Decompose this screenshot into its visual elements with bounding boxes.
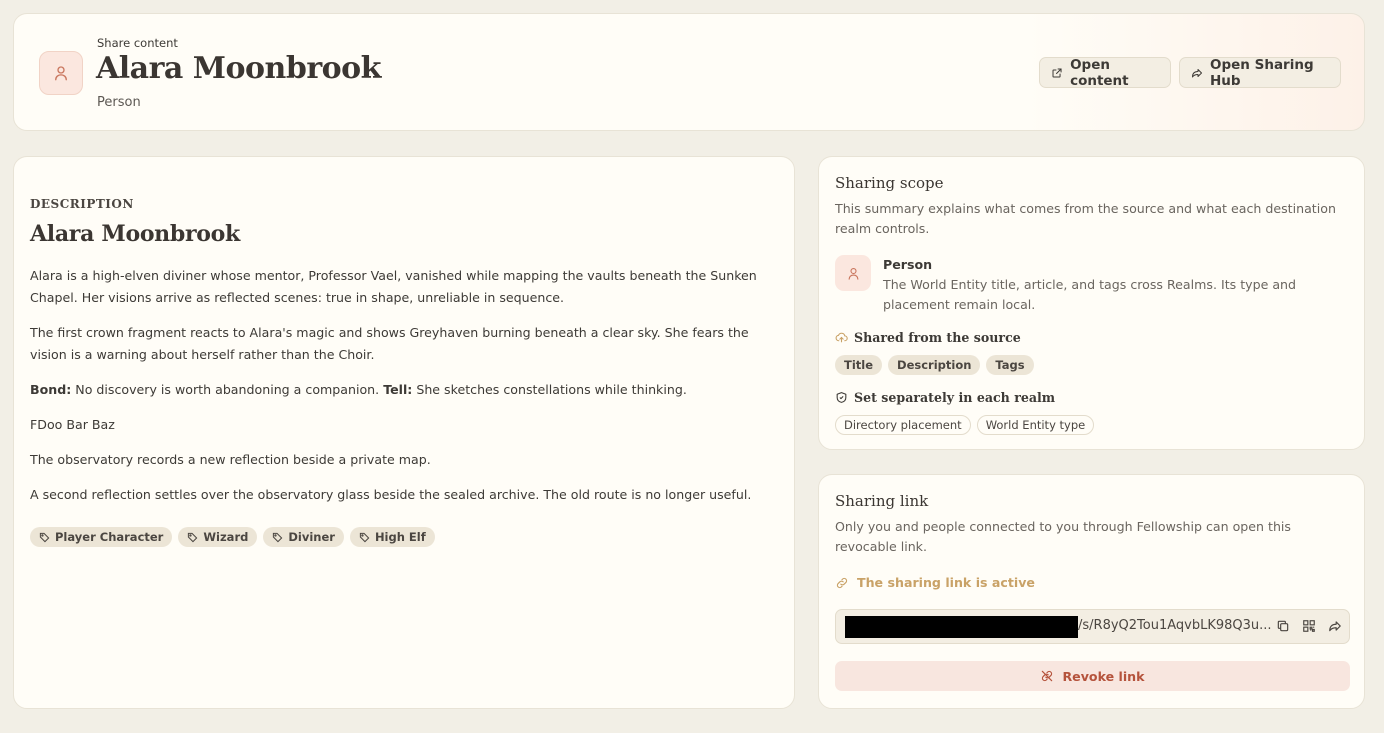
bond-text: No discovery is worth abandoning a compa…	[71, 382, 384, 397]
local-fields-list: Directory placement World Entity type	[835, 415, 1095, 435]
set-in-realm-heading: Set separately in each realm	[835, 390, 1055, 405]
person-icon	[55, 66, 67, 81]
tag-icon	[188, 532, 198, 542]
open-content-label: Open content	[1070, 56, 1129, 89]
person-type-avatar	[835, 255, 871, 291]
description-title: Alara Moonbrook	[30, 221, 240, 247]
description-paragraph: A second reflection settles over the obs…	[30, 487, 752, 502]
unlink-icon	[1042, 670, 1053, 682]
link-icon	[836, 577, 848, 588]
share-forward-icon[interactable]	[1327, 618, 1343, 634]
local-field-chip: World Entity type	[976, 415, 1095, 435]
sharing-url-text: /s/R8yQ2Tou1AqvbLK98Q3u...	[1078, 618, 1272, 633]
external-link-icon	[1052, 67, 1062, 78]
content-type-label: Person	[97, 95, 141, 110]
tag-icon	[359, 532, 370, 542]
description-body: Alara is a high-elven diviner whose ment…	[30, 265, 782, 519]
tag-label: Wizard	[203, 530, 249, 544]
entity-type-name: Person	[883, 257, 933, 272]
tag-icon	[39, 532, 50, 542]
url-actions	[1275, 618, 1343, 634]
tell-label: Tell:	[383, 382, 413, 397]
revoke-link-label: Revoke link	[1062, 668, 1145, 684]
tag-diviner[interactable]: Diviner	[263, 527, 344, 547]
shared-field-chip: Title	[835, 355, 883, 375]
description-card: DESCRIPTION Alara Moonbrook Alara is a h…	[13, 156, 795, 709]
tag-high-elf[interactable]: High Elf	[349, 527, 435, 547]
copy-icon[interactable]	[1275, 618, 1291, 634]
description-paragraph: The observatory records a new reflection…	[30, 452, 431, 467]
redacted-url-prefix	[845, 616, 1078, 638]
description-paragraph: The first crown fragment reacts to Alara…	[30, 325, 749, 362]
description-section-label: DESCRIPTION	[30, 197, 134, 211]
sharing-link-title: Sharing link	[835, 492, 929, 510]
description-paragraph: FDoo Bar Baz	[30, 417, 115, 432]
bond-tell-paragraph: Bond: No discovery is worth abandoning a…	[30, 379, 782, 401]
sharing-scope-desc: This summary explains what comes from th…	[835, 201, 1336, 236]
open-sharing-hub-button[interactable]: Open Sharing Hub	[1179, 56, 1341, 89]
tag-icon	[273, 532, 283, 542]
sharing-link-desc: Only you and people connected to you thr…	[835, 519, 1291, 554]
shared-field-chip: Tags	[986, 355, 1034, 375]
bond-label: Bond:	[30, 382, 72, 397]
tag-list: Player Character Wizard Diviner High Elf	[30, 527, 435, 547]
shared-from-source-label: Shared from the source	[854, 330, 1021, 345]
sharing-scope-card: Sharing scope This summary explains what…	[818, 156, 1365, 450]
person-icon	[848, 267, 858, 280]
shared-field-chip: Description	[888, 355, 981, 375]
share-forward-icon	[1192, 68, 1202, 77]
tag-label: Diviner	[288, 530, 335, 544]
tag-player-character[interactable]: Player Character	[30, 527, 173, 547]
open-content-button[interactable]: Open content	[1039, 56, 1171, 89]
content-header: Share content Alara Moonbrook Person Ope…	[13, 13, 1365, 131]
revoke-link-button[interactable]: Revoke link	[835, 661, 1350, 691]
link-status-label: The sharing link is active	[857, 575, 1035, 590]
tag-label: Player Character	[55, 530, 164, 544]
person-avatar	[39, 51, 83, 95]
tag-wizard[interactable]: Wizard	[178, 527, 258, 547]
cloud-upload-icon	[835, 332, 848, 343]
page-title: Alara Moonbrook	[96, 51, 381, 86]
qr-code-icon[interactable]	[1301, 618, 1317, 634]
sharing-url-field[interactable]: /s/R8yQ2Tou1AqvbLK98Q3u...	[835, 609, 1350, 644]
sharing-link-card: Sharing link Only you and people connect…	[818, 474, 1365, 709]
sharing-scope-title: Sharing scope	[835, 174, 944, 192]
header-eyebrow: Share content	[97, 36, 178, 50]
shared-fields-list: Title Description Tags	[835, 355, 1034, 375]
tag-label: High Elf	[374, 530, 426, 544]
local-field-chip: Directory placement	[835, 415, 971, 435]
description-paragraph: Alara is a high-elven diviner whose ment…	[30, 268, 757, 305]
shield-icon	[836, 392, 847, 403]
tell-text: She sketches constellations while thinki…	[412, 382, 687, 397]
shared-from-source-heading: Shared from the source	[835, 330, 1021, 345]
open-sharing-hub-label: Open Sharing Hub	[1210, 56, 1314, 89]
set-in-realm-label: Set separately in each realm	[854, 390, 1056, 405]
link-status: The sharing link is active	[835, 575, 1035, 590]
entity-type-desc: The World Entity title, article, and tag…	[883, 277, 1297, 312]
